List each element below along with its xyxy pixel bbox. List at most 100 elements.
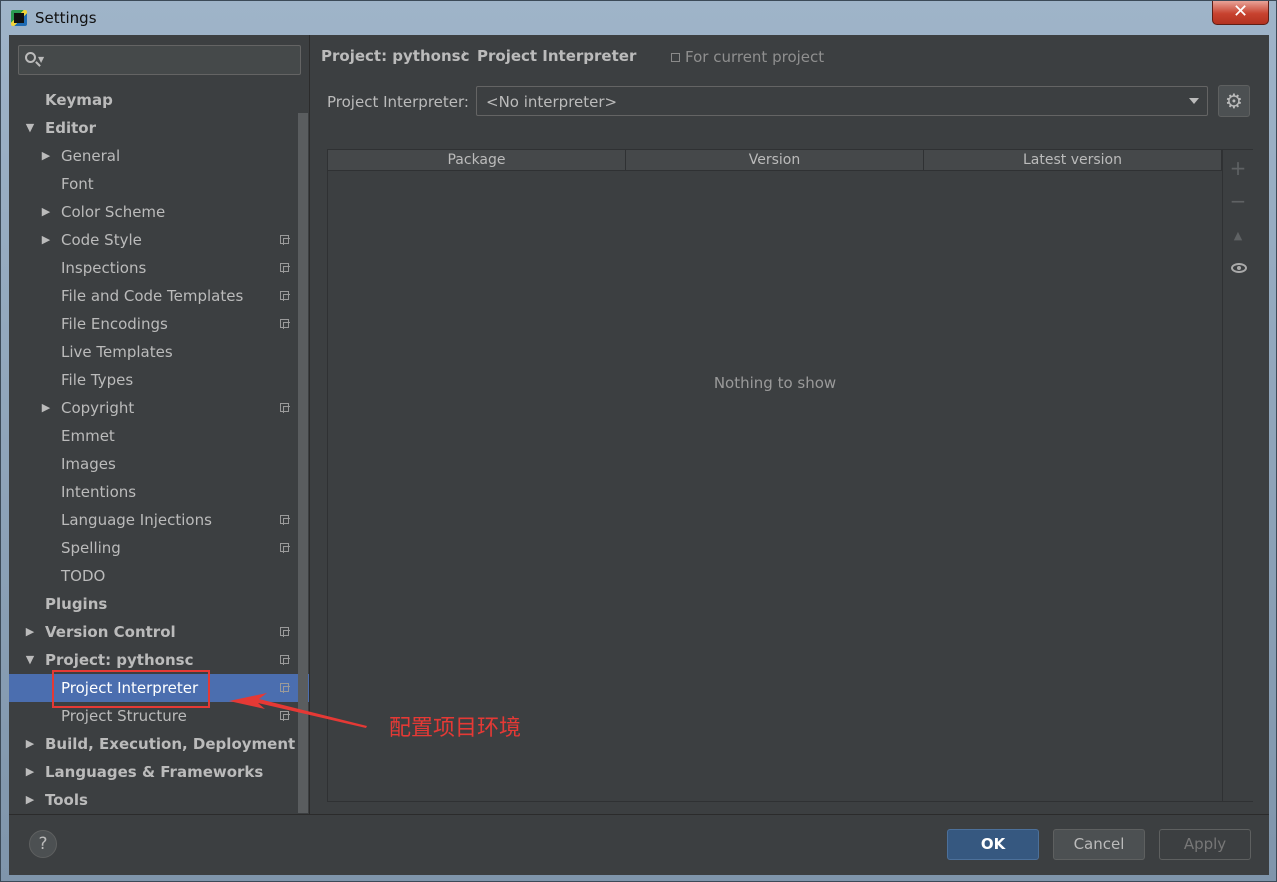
interpreter-dropdown[interactable]: <No interpreter> (476, 86, 1208, 116)
sidebar-item-label: Keymap (45, 91, 113, 109)
packages-table: Package Version Latest version Nothing t… (327, 149, 1253, 802)
settings-window: Settings ✕ ▼ Keymap ▼ Editor ▶ General Font ▶ C… (0, 0, 1277, 882)
collapsed-arrow-icon[interactable]: ▶ (23, 730, 37, 758)
sidebar-item-todo[interactable]: TODO (9, 562, 309, 590)
close-button[interactable]: ✕ (1212, 1, 1269, 25)
sidebar-item-editor[interactable]: ▼ Editor (9, 114, 309, 142)
chevron-down-icon[interactable]: ▼ (38, 55, 44, 64)
dialog-body: ▼ Keymap ▼ Editor ▶ General Font ▶ Color Scheme… (9, 35, 1269, 875)
cancel-button[interactable]: Cancel (1053, 829, 1145, 860)
breadcrumb-project: Project: pythonsc (321, 47, 470, 65)
sidebar-item-inspections[interactable]: Inspections (9, 254, 309, 282)
project-scope-icon (280, 263, 290, 273)
sidebar-item-code-style[interactable]: ▶ Code Style (9, 226, 309, 254)
sidebar-item-label: Plugins (45, 595, 108, 613)
sidebar-item-file-and-code-templates[interactable]: File and Code Templates (9, 282, 309, 310)
sidebar-item-label: Code Style (61, 231, 142, 249)
sidebar-item-plugins[interactable]: Plugins (9, 590, 309, 618)
expanded-arrow-icon[interactable]: ▼ (23, 646, 37, 674)
apply-button[interactable]: Apply (1159, 829, 1251, 860)
settings-search-input[interactable]: ▼ (18, 45, 301, 75)
page-title: Project Interpreter (477, 47, 637, 65)
interpreter-label: Project Interpreter: (327, 93, 469, 111)
sidebar-item-label: Tools (45, 791, 88, 809)
sidebar-item-copyright[interactable]: ▶ Copyright (9, 394, 309, 422)
project-scope-icon (280, 403, 290, 413)
annotation-text: 配置项目环境 (389, 716, 522, 741)
project-scope-icon (280, 235, 290, 245)
project-scope-icon (280, 543, 290, 553)
ok-button[interactable]: OK (947, 829, 1039, 860)
sidebar-item-label: General (61, 147, 121, 165)
upgrade-package-icon[interactable]: ▲ (1223, 226, 1253, 246)
project-scope-icon (280, 515, 290, 525)
sidebar-item-spelling[interactable]: Spelling (9, 534, 309, 562)
column-header-latest-version[interactable]: Latest version (924, 150, 1222, 170)
sidebar-item-languages-frameworks[interactable]: ▶ Languages & Frameworks (9, 758, 309, 786)
sidebar-item-label: Intentions (61, 483, 137, 501)
sidebar-item-label: Languages & Frameworks (45, 763, 264, 781)
empty-state-text: Nothing to show (713, 374, 837, 392)
title-bar: Settings ✕ (1, 1, 1276, 35)
project-scope-icon (280, 319, 290, 329)
sidebar-item-label: Copyright (61, 399, 135, 417)
sidebar-item-file-types[interactable]: File Types (9, 366, 309, 394)
column-header-package[interactable]: Package (328, 150, 626, 170)
sidebar-item-build-execution-deployment[interactable]: ▶ Build, Execution, Deployment (9, 730, 309, 758)
gear-icon[interactable]: ⚙ (1218, 85, 1250, 117)
sidebar-item-intentions[interactable]: Intentions (9, 478, 309, 506)
collapsed-arrow-icon[interactable]: ▶ (23, 758, 37, 786)
expanded-arrow-icon[interactable]: ▼ (23, 114, 37, 142)
sidebar-item-label: Build, Execution, Deployment (45, 735, 296, 753)
project-scope-icon (280, 291, 290, 301)
sidebar-item-label: File and Code Templates (61, 287, 244, 305)
collapsed-arrow-icon[interactable]: ▶ (39, 394, 53, 422)
main-panel: Project: pythonsc › Project Interpreter … (310, 35, 1269, 814)
package-toolbar: + − ▲ (1222, 150, 1253, 801)
annotation-highlight-box (52, 670, 210, 708)
collapsed-arrow-icon[interactable]: ▶ (23, 618, 37, 646)
sidebar-item-label: Language Injections (61, 511, 212, 529)
sidebar-item-keymap[interactable]: Keymap (9, 86, 309, 114)
window-title: Settings (35, 9, 97, 27)
remove-package-icon[interactable]: − (1223, 191, 1253, 211)
sidebar-item-label: Live Templates (61, 343, 173, 361)
sidebar-item-file-encodings[interactable]: File Encodings (9, 310, 309, 338)
sidebar-item-label: Inspections (61, 259, 147, 277)
project-scope-icon (280, 627, 290, 637)
sidebar-item-label: File Types (61, 371, 134, 389)
sidebar-item-label: Editor (45, 119, 96, 137)
sidebar-item-images[interactable]: Images (9, 450, 309, 478)
sidebar-item-tools[interactable]: ▶ Tools (9, 786, 309, 814)
project-scope-icon (280, 655, 290, 665)
sidebar-item-label: Images (61, 455, 116, 473)
breadcrumb-separator: › (462, 46, 468, 62)
help-button[interactable]: ? (29, 830, 57, 858)
collapsed-arrow-icon[interactable]: ▶ (23, 786, 37, 814)
collapsed-arrow-icon[interactable]: ▶ (39, 142, 53, 170)
sidebar-item-language-injections[interactable]: Language Injections (9, 506, 309, 534)
chevron-down-icon[interactable] (1189, 98, 1199, 104)
column-header-version[interactable]: Version (626, 150, 924, 170)
collapsed-arrow-icon[interactable]: ▶ (39, 198, 53, 226)
sidebar-item-font[interactable]: Font (9, 170, 309, 198)
sidebar-item-label: Version Control (45, 623, 176, 641)
sidebar-item-label: Color Scheme (61, 203, 166, 221)
pycharm-app-icon (11, 10, 27, 26)
sidebar-item-label: Font (61, 175, 94, 193)
add-package-icon[interactable]: + (1223, 158, 1253, 178)
sidebar-item-label: TODO (61, 567, 106, 585)
sidebar-item-emmet[interactable]: Emmet (9, 422, 309, 450)
sidebar-item-live-templates[interactable]: Live Templates (9, 338, 309, 366)
footer-divider (9, 814, 1269, 815)
sidebar-item-color-scheme[interactable]: ▶ Color Scheme (9, 198, 309, 226)
sidebar-item-label: Spelling (61, 539, 121, 557)
sidebar-item-label: File Encodings (61, 315, 168, 333)
sidebar-item-general[interactable]: ▶ General (9, 142, 309, 170)
collapsed-arrow-icon[interactable]: ▶ (39, 226, 53, 254)
scope-label: For current project (685, 48, 825, 66)
sidebar-item-version-control[interactable]: ▶ Version Control (9, 618, 309, 646)
eye-icon[interactable] (1231, 263, 1247, 273)
sidebar-item-label: Emmet (61, 427, 115, 445)
interpreter-value: <No interpreter> (486, 93, 618, 111)
